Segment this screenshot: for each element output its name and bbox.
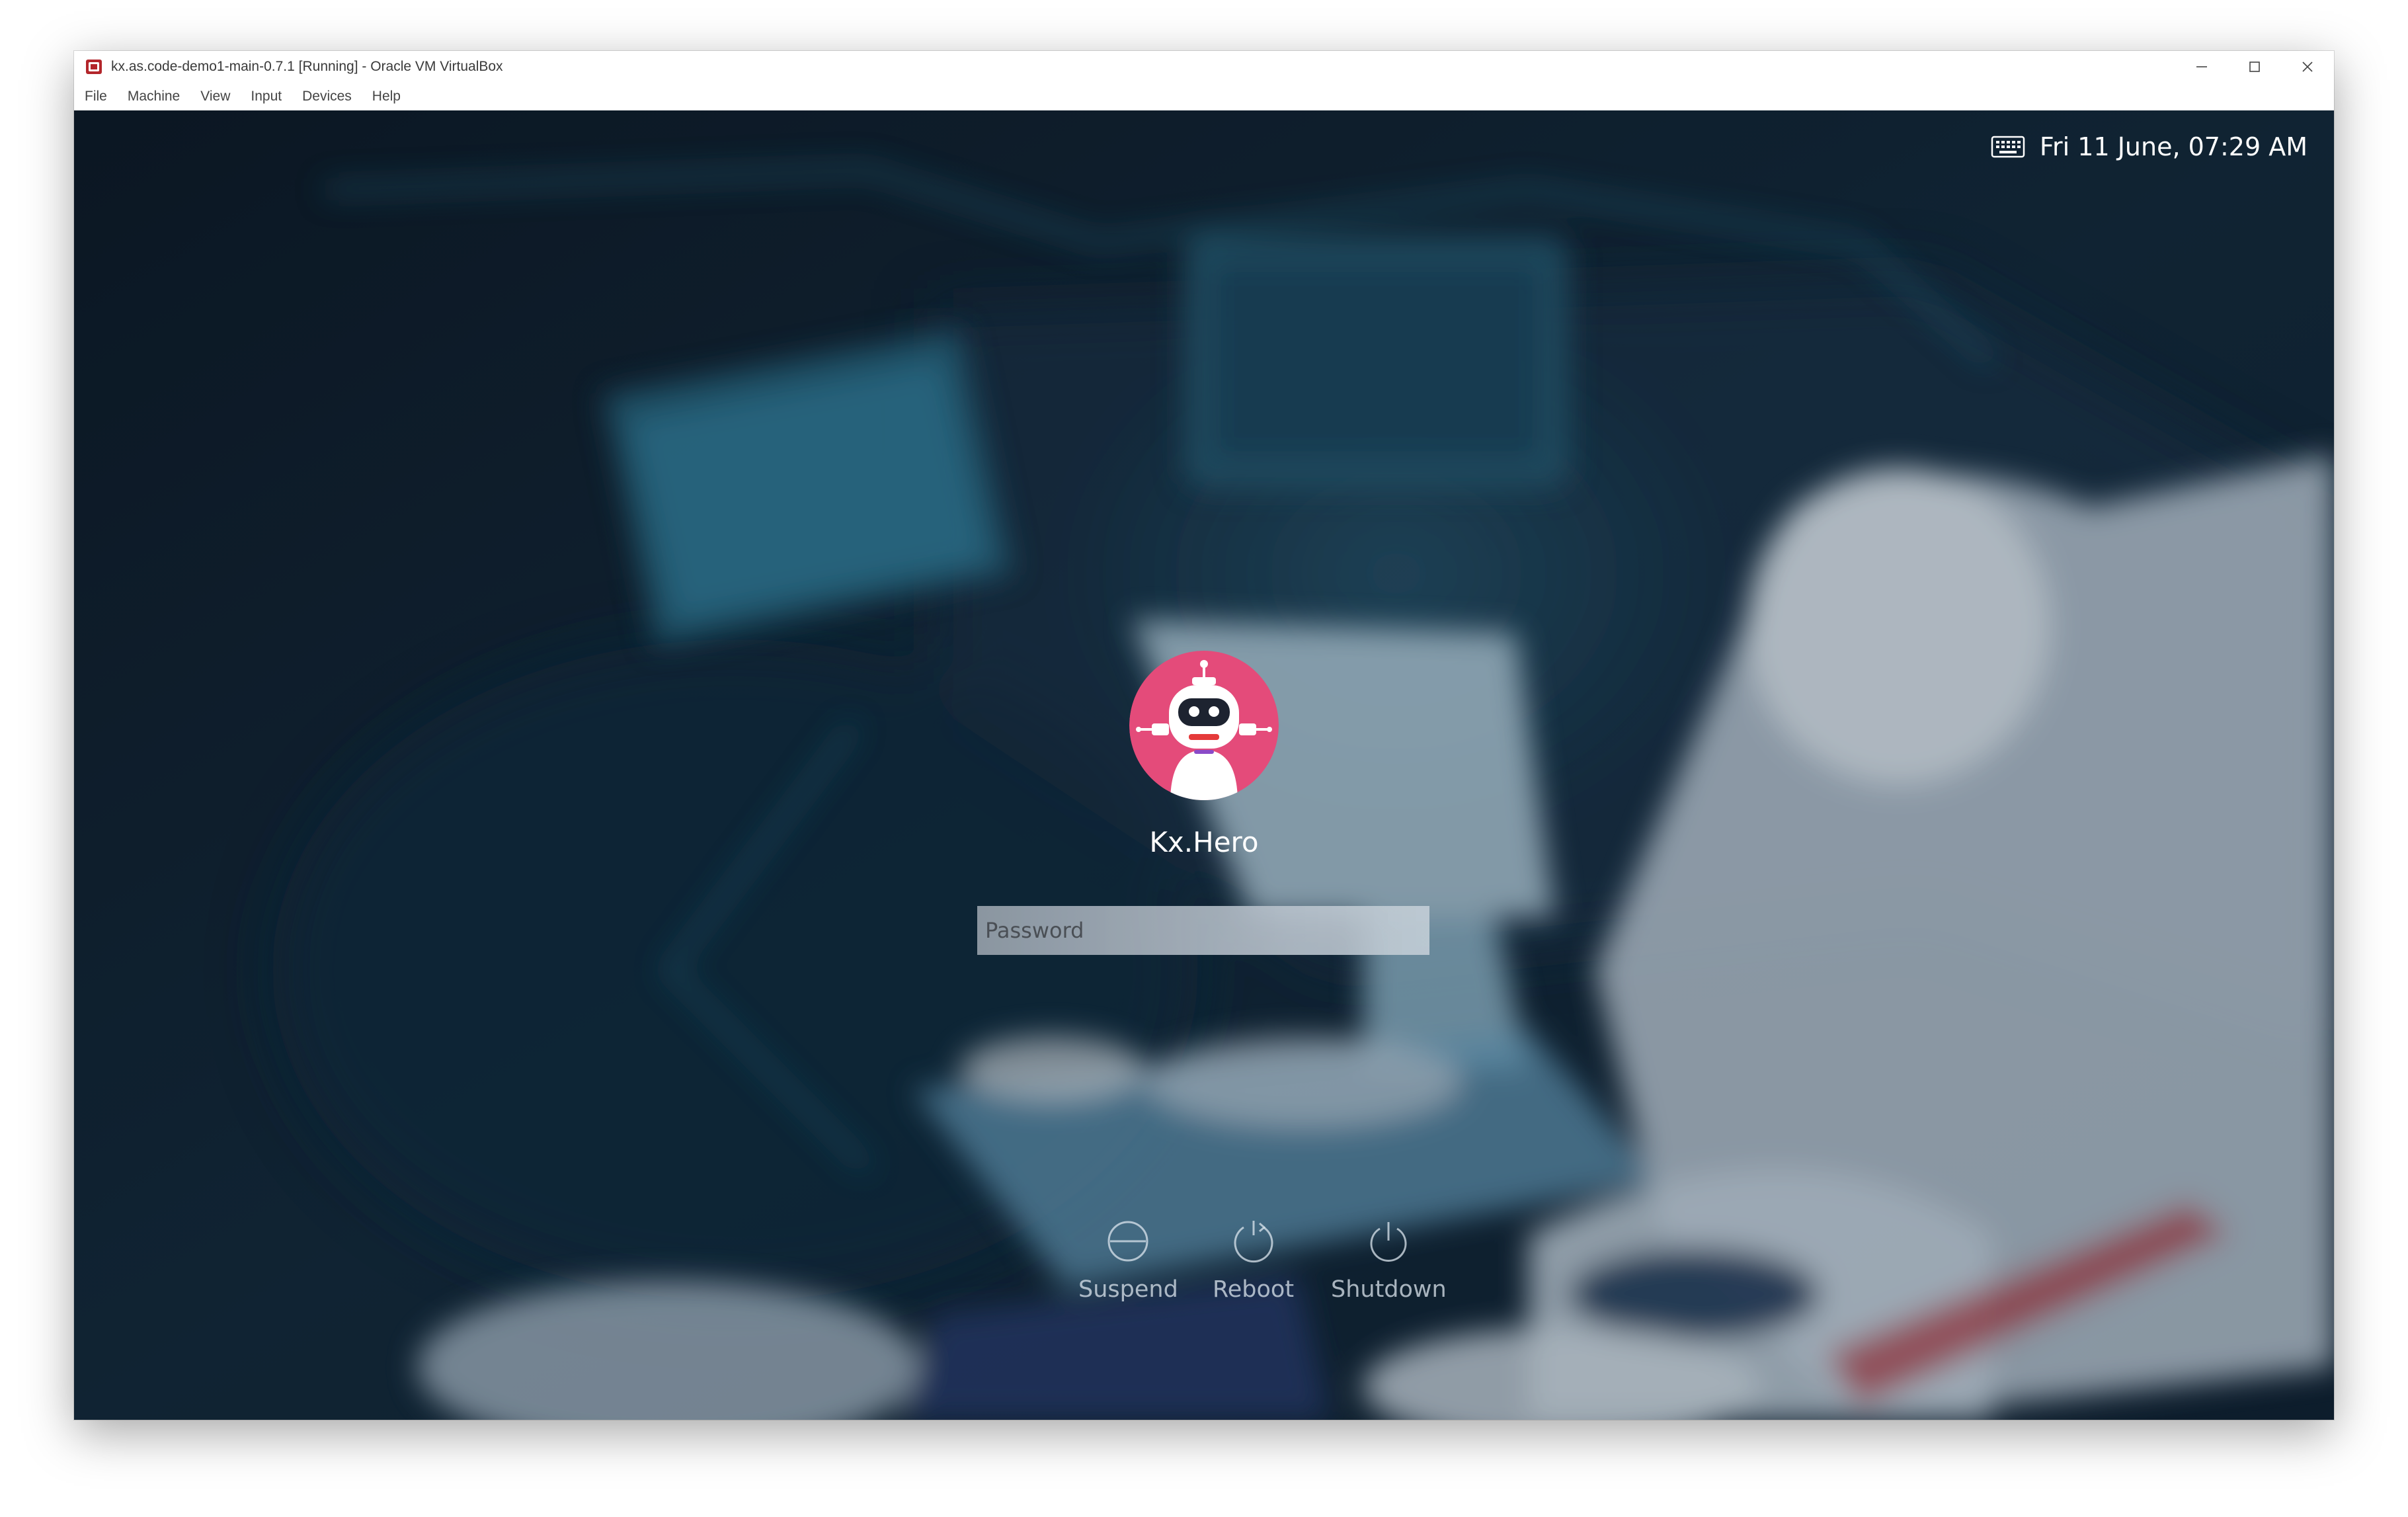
- menu-file[interactable]: File: [85, 89, 107, 104]
- suspend-label: Suspend: [1078, 1276, 1178, 1303]
- top-bar-status: Fri 11 June, 07:29 AM: [1991, 130, 2308, 163]
- title-bar[interactable]: kx.as.code-demo1-main-0.7.1 [Running] - …: [74, 51, 2334, 83]
- menu-view[interactable]: View: [200, 89, 230, 104]
- shutdown-button[interactable]: Shutdown: [1331, 1218, 1447, 1303]
- reboot-icon: [1234, 1221, 1273, 1263]
- password-input[interactable]: [977, 906, 1429, 955]
- menu-input[interactable]: Input: [251, 89, 282, 104]
- maximize-button[interactable]: [2228, 51, 2281, 83]
- window-controls: [2175, 51, 2334, 83]
- virtualbox-window: kx.as.code-demo1-main-0.7.1 [Running] - …: [74, 51, 2334, 1420]
- shutdown-label: Shutdown: [1331, 1276, 1447, 1303]
- virtualbox-icon: [86, 60, 102, 74]
- power-icon: [1370, 1222, 1407, 1262]
- keyboard-icon[interactable]: [1991, 135, 2025, 159]
- robot-avatar-icon: [1129, 651, 1279, 800]
- user-avatar[interactable]: [1129, 651, 1279, 800]
- menu-machine[interactable]: Machine: [128, 89, 180, 104]
- minimize-button[interactable]: [2175, 51, 2228, 83]
- clock-datetime: Fri 11 June, 07:29 AM: [2039, 132, 2308, 161]
- suspend-icon: [1107, 1221, 1148, 1262]
- minimize-icon: [2196, 66, 2207, 67]
- vm-display[interactable]: Fri 11 June, 07:29 AM Kx.Hero Suspend Re…: [74, 110, 2334, 1420]
- menu-devices[interactable]: Devices: [302, 89, 352, 104]
- maximize-icon: [2249, 62, 2260, 72]
- close-icon: [2302, 62, 2313, 72]
- reboot-button[interactable]: Reboot: [1213, 1218, 1294, 1303]
- window-title: kx.as.code-demo1-main-0.7.1 [Running] - …: [111, 59, 503, 74]
- menu-bar: File Machine View Input Devices Help: [74, 83, 2334, 110]
- reboot-label: Reboot: [1213, 1276, 1295, 1303]
- menu-help[interactable]: Help: [372, 89, 401, 104]
- login-username: Kx.Hero: [1149, 826, 1259, 858]
- suspend-button[interactable]: Suspend: [1078, 1218, 1178, 1303]
- close-button[interactable]: [2281, 51, 2334, 83]
